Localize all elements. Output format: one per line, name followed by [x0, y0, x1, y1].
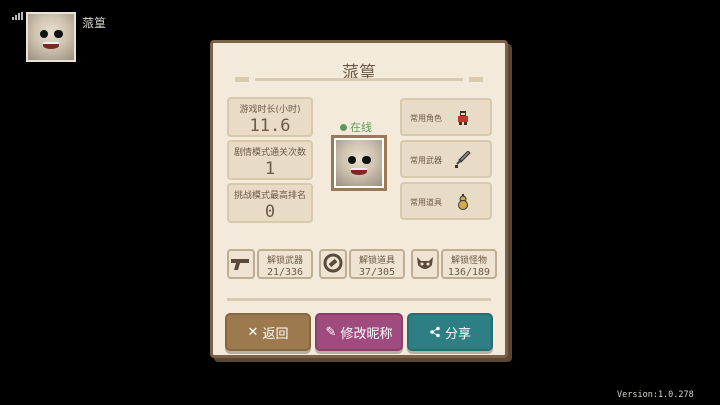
unlock-items[interactable]: 解锁道具 37/305	[319, 249, 405, 281]
favorite-label: 常用道具	[410, 198, 442, 207]
favorite-character[interactable]: 常用角色	[400, 98, 492, 136]
face-image	[28, 14, 74, 60]
stat-value: 1	[264, 159, 276, 179]
player-avatar[interactable]	[26, 12, 76, 62]
stat-label: 挑战模式最高排名	[233, 191, 306, 201]
edit-icon: ✎	[325, 324, 337, 340]
title-divider	[235, 76, 483, 83]
gourd-icon	[458, 194, 468, 210]
sword-icon	[455, 151, 471, 168]
stat-playtime: 游戏时长(小时) 11.6	[227, 97, 313, 137]
unlock-label: 解锁道具	[358, 256, 395, 266]
stat-challenge-rank: 挑战模式最高排名 0	[227, 183, 313, 223]
status-text: 在线	[350, 121, 372, 134]
unlock-label: 解锁怪物	[450, 256, 487, 266]
favorite-weapon[interactable]: 常用武器	[400, 140, 492, 178]
character-icon	[458, 111, 468, 125]
stat-story-clears: 剧情模式通关次数 1	[227, 140, 313, 180]
edit-label: 修改昵称	[340, 326, 393, 342]
unlock-weapons[interactable]: 解锁武器 21/336	[227, 249, 313, 281]
face-image	[336, 140, 382, 186]
close-icon: ✕	[247, 324, 259, 340]
share-icon	[430, 326, 440, 338]
unlock-monsters[interactable]: 解锁怪物 136/189	[411, 249, 497, 281]
unlock-count: 37/305	[358, 267, 396, 278]
edit-nickname-button[interactable]: ✎ 修改昵称	[315, 313, 403, 351]
stat-label: 剧情模式通关次数	[233, 148, 306, 158]
stat-label: 游戏时长(小时)	[239, 105, 301, 115]
favorite-label: 常用武器	[410, 156, 442, 165]
back-button[interactable]: ✕ 返回	[225, 313, 311, 351]
divider	[227, 298, 491, 301]
monster-icon	[417, 257, 433, 269]
unlock-label: 解锁武器	[266, 256, 303, 266]
favorite-label: 常用角色	[410, 114, 442, 123]
gun-icon	[231, 259, 249, 270]
back-label: 返回	[262, 326, 289, 342]
stat-value: 11.6	[249, 116, 291, 136]
share-button[interactable]: 分享	[407, 313, 493, 351]
player-name: 蒎篁	[82, 16, 107, 30]
profile-avatar[interactable]	[331, 135, 387, 191]
share-label: 分享	[444, 326, 471, 342]
signal-icon	[12, 12, 24, 20]
online-status: 在线	[340, 119, 372, 135]
version-text: Version:1.0.278	[617, 390, 694, 400]
unlock-count: 136/189	[447, 267, 491, 278]
favorite-item[interactable]: 常用道具	[400, 182, 492, 220]
item-icon	[323, 253, 343, 273]
profile-panel: 蒎篁 游戏时长(小时) 11.6 剧情模式通关次数 1 挑战模式最高排名 0 在…	[210, 40, 508, 358]
stat-value: 0	[264, 202, 276, 222]
online-dot-icon	[340, 124, 347, 131]
unlock-count: 21/336	[266, 267, 304, 278]
